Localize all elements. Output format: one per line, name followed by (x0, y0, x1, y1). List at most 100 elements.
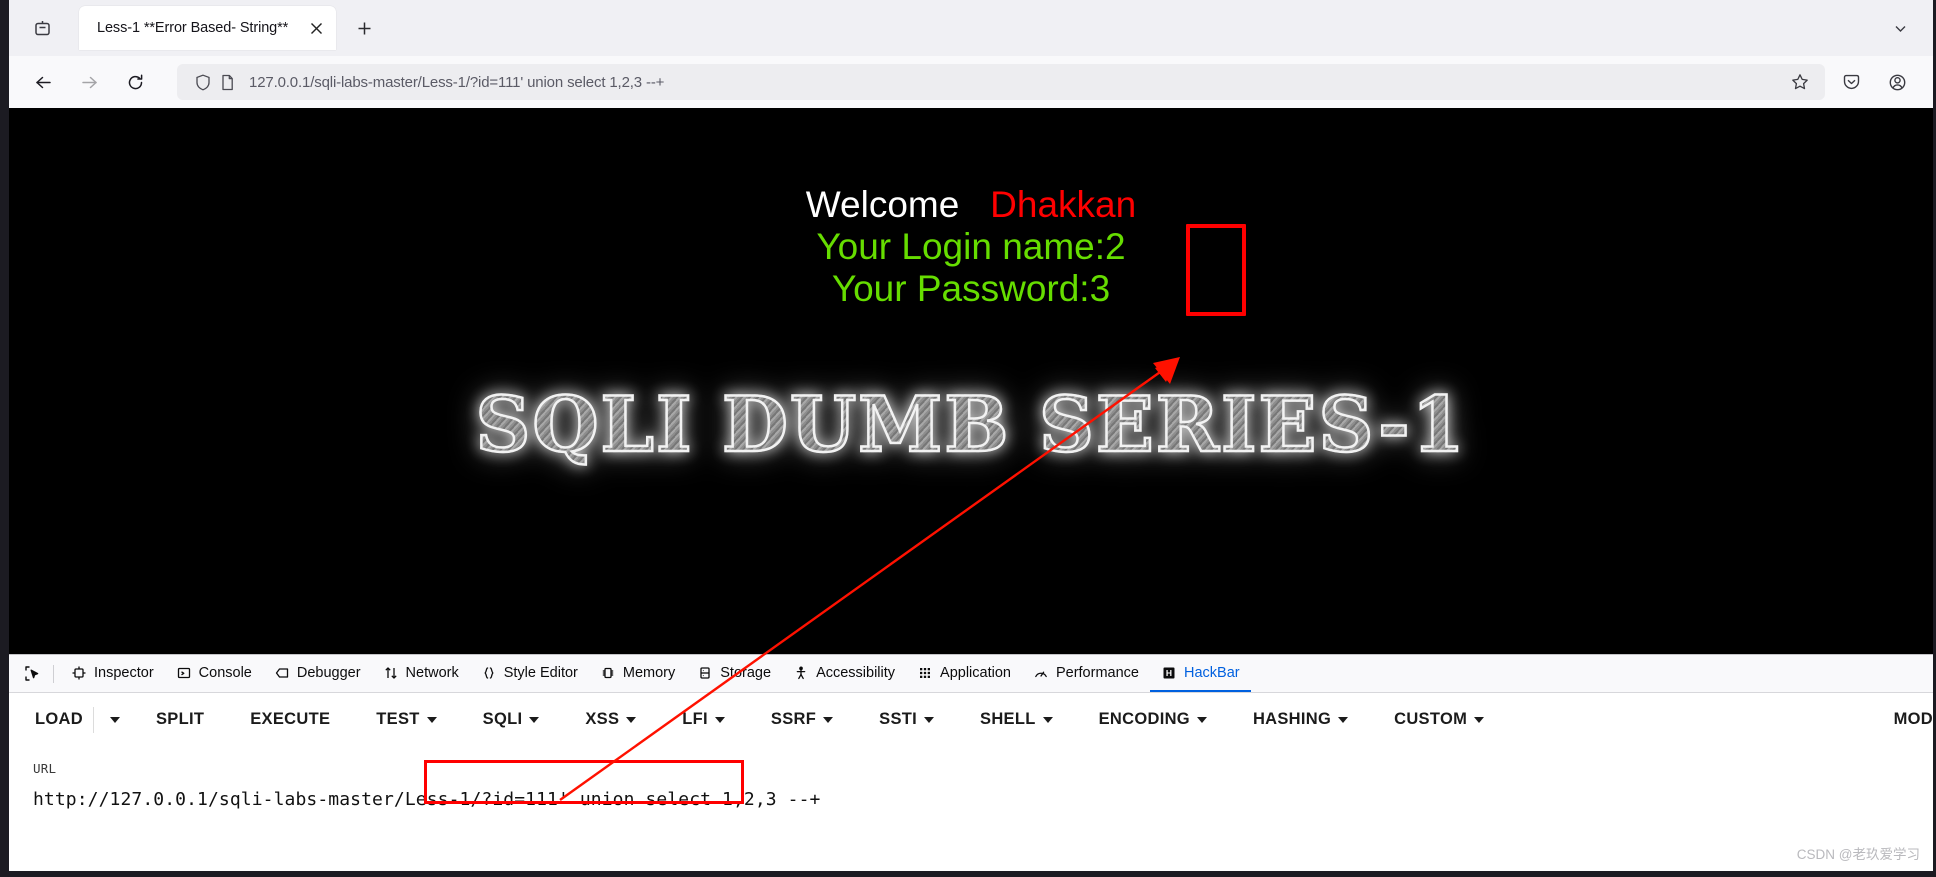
hackbar-load-button[interactable]: LOAD (31, 704, 87, 735)
chevron-down-icon (109, 716, 120, 723)
hackbar-button-label: HASHING (1252, 710, 1332, 728)
hackbar-shell-menu[interactable]: SHELL (976, 704, 1057, 735)
chevron-down-icon (1042, 716, 1053, 723)
devtools-tab-debugger[interactable]: Debugger (263, 655, 372, 692)
hackbar-icon: H (1161, 665, 1177, 681)
hackbar-split-button[interactable]: SPLIT (152, 704, 208, 735)
memory-icon (600, 665, 616, 681)
devtools-tab-accessibility[interactable]: Accessibility (782, 655, 906, 692)
svg-text:H: H (1166, 668, 1172, 678)
tab-strip: Less-1 **Error Based- String** (9, 0, 1933, 56)
devtools-tab-label: Performance (1055, 664, 1139, 681)
devtools-tab-hackbar[interactable]: H HackBar (1149, 655, 1251, 692)
hackbar-sqli-menu[interactable]: SQLI (479, 704, 544, 735)
browser-chrome: Less-1 **Error Based- String** 127.0.0.1… (9, 0, 1933, 108)
devtools-tab-style-editor[interactable]: Style Editor (470, 655, 589, 692)
new-tab-button[interactable] (346, 10, 382, 46)
style-editor-icon (481, 665, 497, 681)
hackbar-ssrf-menu[interactable]: SSRF (767, 704, 837, 735)
welcome-label: Welcome (805, 184, 960, 225)
hackbar-button-label: SPLIT (155, 710, 205, 728)
firefox-view-icon[interactable] (23, 9, 61, 47)
devtools-tab-storage[interactable]: Storage (686, 655, 782, 692)
hackbar-button-label: SQLI (482, 710, 523, 728)
chevron-down-icon (1474, 716, 1485, 723)
devtools-tabbar: Inspector Console Debugger Network Style… (9, 655, 1933, 693)
hackbar-button-label: XSS (585, 710, 620, 728)
forward-arrow-icon[interactable] (69, 62, 109, 102)
network-icon (383, 665, 399, 681)
hackbar-xss-menu[interactable]: XSS (581, 704, 640, 735)
shield-icon[interactable] (191, 70, 215, 94)
hackbar-url-input[interactable]: http://127.0.0.1/sqli-labs-master/Less-1… (33, 786, 1933, 813)
watermark-text: CSDN @老玖爱学习 (1796, 847, 1920, 862)
devtools-tab-label: Style Editor (503, 664, 578, 681)
hackbar-lfi-menu[interactable]: LFI (678, 704, 729, 735)
hackbar-button-label: CUSTOM (1394, 710, 1468, 728)
sqli-logo-text: SQLI DUMB SERIES-1 (474, 379, 1467, 471)
devtools-tab-inspector[interactable]: Inspector (60, 655, 165, 692)
hackbar-load-dropdown[interactable] (100, 711, 130, 729)
password-line: Your Password:3 (831, 268, 1111, 309)
chevron-down-icon[interactable] (1881, 9, 1919, 47)
element-picker-icon[interactable] (17, 660, 47, 688)
performance-icon (1033, 665, 1049, 681)
devtools-tab-performance[interactable]: Performance (1022, 655, 1150, 692)
hackbar-button-label: LOAD (35, 710, 83, 728)
login-name-line: Your Login name:2 (816, 226, 1126, 267)
hackbar-load-separator (92, 706, 94, 733)
hackbar-toolbar: LOAD SPLIT EXECUTE TEST SQLI XSS LFI SSR… (9, 693, 1933, 747)
devtools-tab-console[interactable]: Console (165, 655, 263, 692)
console-icon (176, 665, 192, 681)
hackbar-button-label: LFI (682, 710, 708, 728)
hackbar-custom-menu[interactable]: CUSTOM (1390, 704, 1488, 735)
url-text: 127.0.0.1/sqli-labs-master/Less-1/?id=11… (249, 73, 665, 91)
devtools-tab-label: Accessibility (816, 664, 896, 681)
devtools-tab-label: Application (940, 664, 1011, 681)
url-bar[interactable]: 127.0.0.1/sqli-labs-master/Less-1/?id=11… (177, 64, 1825, 100)
close-icon[interactable] (302, 14, 330, 42)
chevron-down-icon (924, 716, 935, 723)
hackbar-test-menu[interactable]: TEST (372, 704, 440, 735)
back-arrow-icon[interactable] (23, 62, 63, 102)
nav-right-group (1831, 62, 1923, 102)
storage-icon (697, 665, 713, 681)
accessibility-icon (793, 665, 809, 681)
devtools-tab-label: Debugger (296, 664, 361, 681)
hackbar-ssti-menu[interactable]: SSTI (875, 704, 938, 735)
browser-tab-active[interactable]: Less-1 **Error Based- String** (79, 6, 337, 50)
hackbar-url-section: URL http://127.0.0.1/sqli-labs-master/Le… (9, 747, 1933, 813)
devtools-tab-network[interactable]: Network (372, 655, 470, 692)
hackbar-hashing-menu[interactable]: HASHING (1249, 704, 1352, 735)
hackbar-url-payload: ?id=111' union select 1,2,3 --+ (481, 789, 821, 810)
devtools-tab-label: Storage (720, 664, 772, 681)
hackbar-panel: LOAD SPLIT EXECUTE TEST SQLI XSS LFI SSR… (9, 693, 1933, 871)
hackbar-encoding-menu[interactable]: ENCODING (1095, 704, 1211, 735)
account-icon[interactable] (1877, 62, 1917, 102)
hackbar-button-label: SSRF (770, 710, 817, 728)
reload-icon[interactable] (115, 62, 155, 102)
hackbar-mode-button[interactable]: MOD (1894, 710, 1933, 729)
chevron-down-icon (529, 716, 540, 723)
chevron-down-icon (823, 716, 834, 723)
browser-window: Less-1 **Error Based- String** 127.0.0.1… (0, 0, 1936, 877)
chevron-down-icon (1196, 716, 1207, 723)
welcome-block: Welcome Dhakkan Your Login name:2 Your P… (9, 186, 1933, 307)
application-icon (917, 665, 933, 681)
devtools-tab-application[interactable]: Application (906, 655, 1022, 692)
hackbar-button-label: TEST (376, 710, 420, 728)
hackbar-button-label: EXECUTE (250, 710, 331, 728)
window-frame-bottom (0, 871, 1936, 877)
welcome-line: Welcome Dhakkan (9, 186, 1933, 223)
star-icon[interactable] (1785, 67, 1815, 97)
hackbar-execute-button[interactable]: EXECUTE (246, 704, 334, 735)
page-document-icon[interactable] (215, 70, 239, 94)
debugger-icon (274, 665, 290, 681)
devtools-tab-label: Console (198, 664, 252, 681)
devtools-tab-label: Memory (622, 664, 676, 681)
chevron-down-icon (626, 716, 637, 723)
page-content: Welcome Dhakkan Your Login name:2 Your P… (9, 108, 1933, 654)
inspector-icon (71, 665, 87, 681)
pocket-icon[interactable] (1831, 62, 1871, 102)
devtools-tab-memory[interactable]: Memory (589, 655, 686, 692)
